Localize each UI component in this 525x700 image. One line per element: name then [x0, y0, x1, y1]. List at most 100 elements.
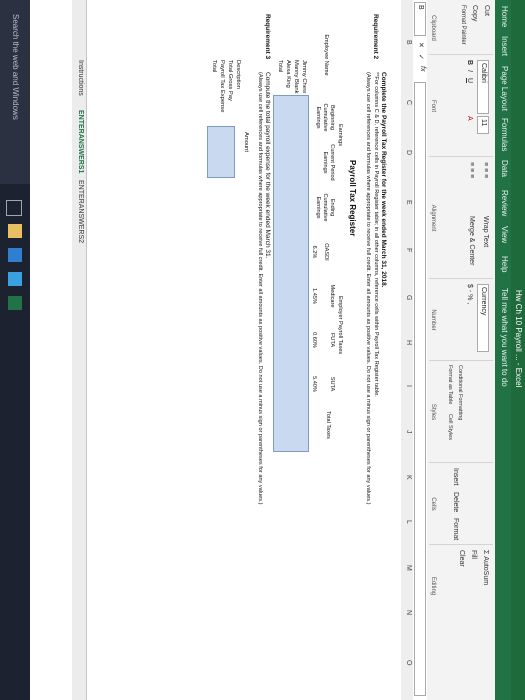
column-header-b[interactable]: B — [405, 40, 412, 45]
conditional-formatting-button[interactable]: Conditional Formatting — [457, 365, 463, 420]
amount-header: Amount — [243, 132, 249, 152]
cells-label: Cells — [430, 497, 436, 511]
beginning-earnings-header: Beginning Cumulative Earnings — [315, 103, 335, 132]
file-explorer-icon[interactable] — [8, 224, 22, 238]
styles-group: Conditional Formatting Format as Table C… — [429, 362, 493, 463]
expense-input-cells[interactable] — [207, 126, 235, 178]
tab-help[interactable]: Help — [500, 256, 509, 272]
ribbon-tabs: Home Insert Page Layout Formulas Data Re… — [495, 0, 511, 700]
tab-formulas[interactable]: Formulas — [500, 118, 509, 151]
oasdi-header: OASDI — [323, 243, 329, 261]
tab-page-layout[interactable]: Page Layout — [500, 66, 509, 111]
column-header-m[interactable]: M — [405, 565, 412, 571]
cut-button[interactable]: Cut — [483, 5, 490, 16]
number-format-select[interactable]: Currency — [477, 284, 489, 352]
column-header-g[interactable]: G — [405, 295, 412, 300]
requirement-2-label: Requirement 2 — [372, 14, 379, 60]
column-header-k[interactable]: K — [405, 475, 412, 480]
employee-row-2: Manny Blank — [293, 60, 299, 94]
fx-icon[interactable]: fx — [419, 66, 426, 71]
excel-taskbar-icon[interactable] — [8, 296, 22, 310]
format-painter-button[interactable]: Format Painter — [460, 5, 466, 45]
requirement-3-line-2: (Always use cell references and formulas… — [257, 72, 263, 505]
align-top-icon[interactable]: ≡ ≡ ≡ — [482, 162, 489, 178]
column-header-n[interactable]: N — [405, 610, 412, 615]
task-view-icon[interactable] — [6, 200, 22, 216]
requirement-2-line-1: Complete the Payroll Tax Register for th… — [380, 72, 387, 288]
oasdi-rate: 6.2% — [311, 245, 317, 259]
sheet-tab-instructions[interactable]: Instructions — [77, 60, 84, 96]
copy-button[interactable]: Copy — [471, 5, 478, 21]
futa-header: FUTA — [329, 332, 335, 348]
column-header-i[interactable]: I — [405, 385, 412, 387]
font-name-select[interactable]: Calibri — [477, 60, 489, 114]
format-cells-button[interactable]: Format — [452, 518, 459, 540]
name-box[interactable]: B — [414, 2, 426, 36]
tab-home[interactable]: Home — [500, 6, 509, 27]
font-color-icon[interactable]: A — [466, 116, 473, 121]
tell-me-box[interactable]: Tell me what you want to do — [500, 288, 509, 387]
cell-styles-button[interactable]: Cell Styles — [447, 414, 453, 440]
photo-frame: Hw Ch 10 Payroll ... - Excel Home Insert… — [0, 0, 525, 700]
underline-button[interactable]: U — [466, 78, 473, 83]
alignment-label: Alignment — [430, 204, 436, 232]
italic-button[interactable]: I — [466, 70, 473, 72]
column-header-e[interactable]: E — [405, 200, 412, 205]
tab-review[interactable]: Review — [500, 190, 509, 216]
enter-icon[interactable]: ✓ — [417, 54, 425, 60]
number-format-buttons[interactable]: $ - % , — [466, 284, 473, 304]
font-size-select[interactable]: 11 — [477, 116, 489, 134]
cells-group: Insert Delete Format Cells — [429, 464, 493, 545]
delete-cells-button[interactable]: Delete — [452, 492, 459, 512]
requirement-3-label: Requirement 3 — [264, 14, 271, 60]
medicare-rate: 1.45% — [311, 288, 317, 304]
expense-row-payroll-tax: Payroll Tax Expense — [219, 60, 225, 113]
format-as-table-button[interactable]: Format as Table — [447, 365, 453, 404]
clipboard-label: Clipboard — [430, 15, 436, 41]
window-title: Hw Ch 10 Payroll ... - Excel — [514, 290, 523, 388]
employee-row-1: Jimmy Chew — [301, 60, 307, 94]
font-label: Font — [430, 99, 436, 112]
expense-row-total: Total — [211, 60, 217, 73]
fill-button[interactable]: Fill — [470, 550, 477, 559]
column-header-o[interactable]: O — [405, 660, 412, 665]
ribbon: Cut Copy Format Painter Clipboard Calibr… — [426, 0, 495, 700]
align-left-icon[interactable]: ≡ ≡ ≡ — [468, 162, 475, 178]
total-taxes-header: Total Taxes — [325, 411, 331, 439]
column-header-c[interactable]: C — [405, 100, 412, 105]
tab-data[interactable]: Data — [500, 160, 509, 177]
sheet-tab-enteranswers1[interactable]: ENTERANSWERS1 — [77, 110, 84, 173]
autosum-label: AutoSum — [482, 556, 489, 586]
number-label: Number — [430, 309, 436, 331]
column-header-h[interactable]: H — [405, 340, 412, 345]
worksheet-grid[interactable]: Requirement 2 Complete the Payroll Tax R… — [87, 0, 401, 700]
sheet-tab-enteranswers2[interactable]: ENTERANSWERS2 — [77, 180, 84, 243]
suta-rate: 5.40% — [311, 376, 317, 392]
futa-rate: 0.60% — [311, 332, 317, 348]
register-input-cells[interactable] — [273, 95, 309, 452]
wrap-text-button[interactable]: Wrap Text — [482, 216, 489, 247]
edge-browser-icon[interactable] — [8, 248, 22, 262]
number-group: Currency $ - % , Number — [429, 280, 493, 361]
autosum-button[interactable]: Σ AutoSum — [482, 550, 489, 585]
current-earnings-header: Current Period Earnings — [322, 144, 335, 181]
clear-button[interactable]: Clear — [458, 550, 465, 567]
merge-center-button[interactable]: Merge & Center — [468, 216, 475, 265]
column-header-f[interactable]: F — [405, 248, 412, 252]
column-header-d[interactable]: D — [405, 150, 412, 155]
column-header-j[interactable]: J — [405, 430, 412, 434]
tab-view[interactable]: View — [500, 226, 509, 243]
employer-taxes-header: Employer Payroll Taxes — [337, 295, 343, 355]
cancel-icon[interactable]: ✕ — [417, 42, 425, 48]
sigma-icon: Σ — [482, 550, 489, 555]
windows-taskbar: Search the web and Windows — [0, 0, 30, 700]
formula-input[interactable] — [414, 82, 426, 696]
insert-cells-button[interactable]: Insert — [452, 468, 459, 486]
bold-button[interactable]: B — [466, 60, 473, 65]
store-icon[interactable] — [8, 272, 22, 286]
clipboard-group: Cut Copy Format Painter Clipboard — [429, 2, 493, 55]
column-header-l[interactable]: L — [405, 520, 412, 524]
title-bar: Hw Ch 10 Payroll ... - Excel — [511, 0, 525, 700]
tab-insert[interactable]: Insert — [500, 36, 509, 56]
taskbar-search-box[interactable]: Search the web and Windows — [0, 0, 30, 184]
